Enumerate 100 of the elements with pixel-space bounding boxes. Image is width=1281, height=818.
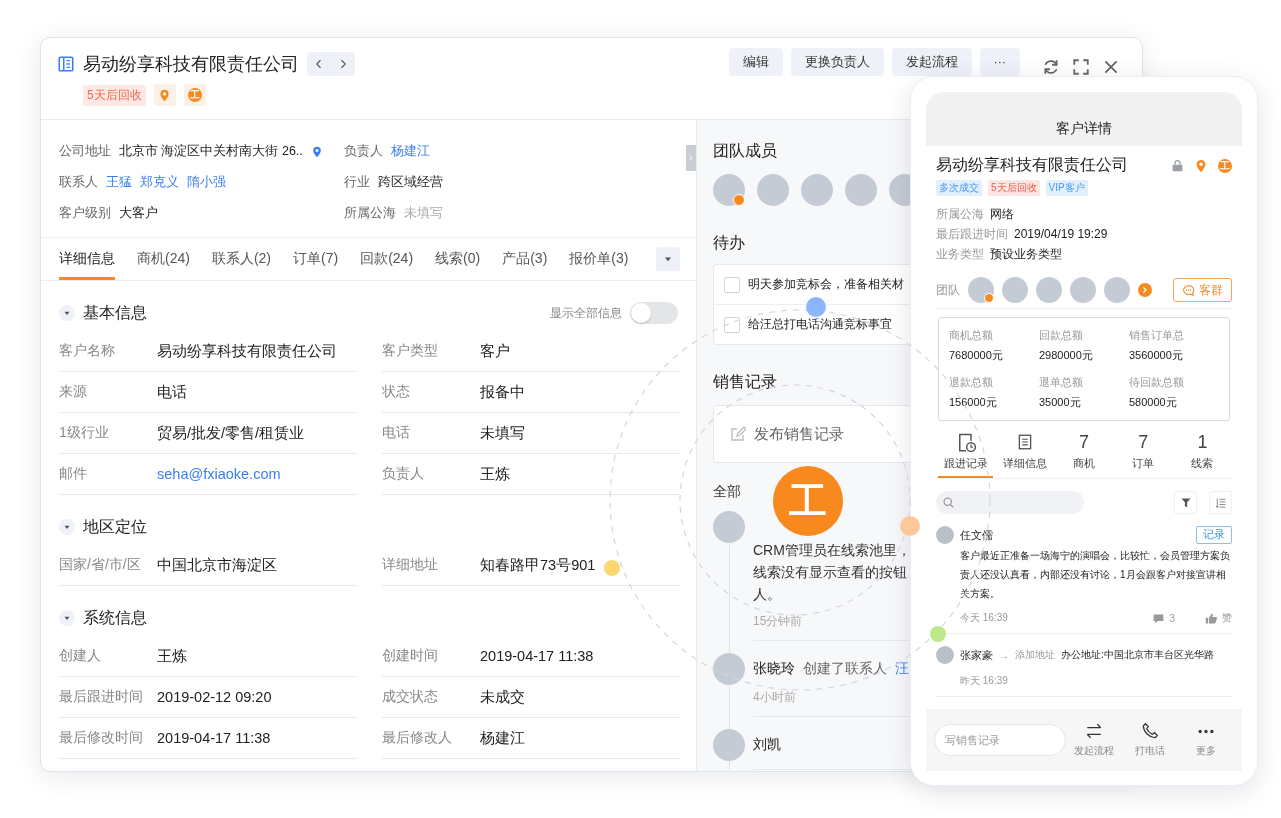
section-caret[interactable] <box>59 519 75 535</box>
field-label: 客户类型 <box>382 342 439 360</box>
company-name: 易动纷享科技有限责任公司 <box>936 155 1128 175</box>
total-value: 3560000元 <box>1129 348 1184 363</box>
location-pin-icon <box>1194 158 1208 173</box>
collapse-handle[interactable] <box>686 145 696 171</box>
comment-icon <box>1152 611 1166 625</box>
field-label: 公司地址 <box>59 143 111 160</box>
edit-icon <box>730 426 746 442</box>
field-label: 所属公海 <box>344 205 396 222</box>
bottom-action[interactable]: 打电话 <box>1122 722 1178 758</box>
todo-checkbox[interactable] <box>724 316 740 333</box>
more-tabs-button[interactable] <box>656 247 680 271</box>
detail-tab[interactable]: 订单(7) <box>293 238 339 280</box>
filter-label[interactable]: 全部 <box>713 483 741 501</box>
swap-arrows-icon <box>1085 722 1103 740</box>
chevron-icon <box>1141 286 1149 294</box>
record-input[interactable]: 写销售记录 <box>934 724 1066 756</box>
contact-link[interactable]: 王猛 <box>106 174 132 191</box>
field-value: 2019-04-17 11:38 <box>157 730 271 746</box>
todo-checkbox[interactable] <box>724 276 740 293</box>
field-value: 中国北京市海淀区 <box>157 555 277 575</box>
field-label: 成交状态 <box>382 688 439 706</box>
phone-tab[interactable]: 7 商机 <box>1056 431 1112 478</box>
bottom-action[interactable]: 发起流程 <box>1066 722 1122 758</box>
bottom-action[interactable]: 更多 <box>1178 722 1234 758</box>
total-value: 2980000元 <box>1039 348 1094 363</box>
post-time: 4小时前 <box>753 689 797 706</box>
compose-label: 发布销售记录 <box>754 424 844 444</box>
action-button[interactable]: 发起流程 <box>891 48 972 76</box>
more-members-button[interactable] <box>1138 283 1152 297</box>
field-value: 网络 <box>990 206 1014 223</box>
phone-tab[interactable]: 详细信息 <box>997 431 1053 478</box>
detail-tab[interactable]: 报价单(3) <box>569 238 629 280</box>
field-label: 1级行业 <box>59 424 110 442</box>
author-name: 张晓玲 <box>753 660 795 678</box>
detail-tab[interactable]: 回款(24) <box>360 238 414 280</box>
filter-button[interactable] <box>1174 491 1197 514</box>
detail-tab[interactable]: 产品(3) <box>502 238 548 280</box>
search-field[interactable] <box>936 491 1084 514</box>
logo-badge: 工 <box>187 88 202 102</box>
total-label: 退单总额 <box>1039 375 1084 390</box>
logo-badge: 工 <box>1218 158 1232 173</box>
compose-field[interactable]: 发布销售记录 <box>713 405 913 463</box>
detail-tab[interactable]: 详细信息 <box>59 238 115 280</box>
fullscreen-icon <box>1072 58 1090 76</box>
contact-link[interactable]: 隋小强 <box>187 174 226 191</box>
field-value: 2019-04-17 11:38 <box>480 648 594 664</box>
total-value: 7680000元 <box>949 348 1004 363</box>
field-value: 未填写 <box>404 205 443 222</box>
customer-tag: 多次成交 <box>936 180 982 196</box>
phone-tab[interactable]: 跟进记录 <box>938 431 994 478</box>
contact-link[interactable]: 汪 <box>895 660 909 678</box>
team-label: 团队 <box>936 281 960 299</box>
sort-button[interactable] <box>1209 491 1232 514</box>
action-button[interactable]: ··· <box>979 48 1020 76</box>
activity-detail: 办公地址:中国北京市丰台区光华路 <box>1061 648 1214 662</box>
person-link[interactable]: 杨建江 <box>391 143 430 160</box>
more-icon <box>1197 728 1215 735</box>
section-title: 地区定位 <box>83 516 147 537</box>
field-label: 最后修改人 <box>382 729 453 747</box>
field-label: 客户名称 <box>59 342 116 360</box>
field-label: 客户级别 <box>59 205 111 222</box>
section-caret[interactable] <box>59 305 75 321</box>
todo-text: 给汪总打电话沟通竞标事宜 <box>748 316 892 333</box>
phone-tab[interactable]: 7 订单 <box>1115 431 1171 478</box>
field-value: 客户 <box>480 341 510 361</box>
field-value: 大客户 <box>119 205 158 222</box>
record-type-tag[interactable]: 记录 <box>1196 526 1232 544</box>
action-button[interactable]: 编辑 <box>728 48 783 76</box>
team-title: 团队成员 <box>713 141 778 161</box>
field-label: 最后修改时间 <box>59 729 144 747</box>
action-button[interactable]: 更换负责人 <box>790 48 884 76</box>
field-label: 来源 <box>59 383 88 401</box>
avatar <box>713 511 745 543</box>
author-name: 刘凯 <box>753 736 781 754</box>
section-caret[interactable] <box>59 610 75 626</box>
record-time: 昨天 16:39 <box>959 674 1009 688</box>
detail-tab[interactable]: 线索(0) <box>435 238 481 280</box>
field-value: 知春路甲73号901 <box>480 555 596 575</box>
field-value: 预设业务类型 <box>990 246 1062 263</box>
field-label: 最后跟进时间 <box>936 226 1008 243</box>
show-all-switch[interactable] <box>630 302 678 324</box>
avatar <box>936 646 954 664</box>
field-value: 王炼 <box>157 646 187 666</box>
tab-count: 7 <box>1079 431 1089 453</box>
field-label: 电话 <box>382 424 411 442</box>
section-title: 系统信息 <box>83 607 147 628</box>
detail-tab[interactable]: 商机(24) <box>137 238 190 280</box>
email-link[interactable]: seha@fxiaoke.com <box>157 466 281 482</box>
status-tag: 5天后回收 <box>83 84 146 106</box>
field-value: 贸易/批发/零售/租赁业 <box>157 423 305 443</box>
contact-link[interactable]: 郑克义 <box>140 174 179 191</box>
tab-count: 1 <box>1197 431 1208 453</box>
field-value: 报备中 <box>480 382 525 402</box>
field-value: 2019-02-12 09:20 <box>157 689 272 705</box>
phone-tab[interactable]: 1 线索 <box>1174 431 1230 478</box>
field-label: 联系人 <box>59 174 98 191</box>
detail-tab[interactable]: 联系人(2) <box>211 238 272 280</box>
customer-tag: VIP客户 <box>1045 180 1088 196</box>
